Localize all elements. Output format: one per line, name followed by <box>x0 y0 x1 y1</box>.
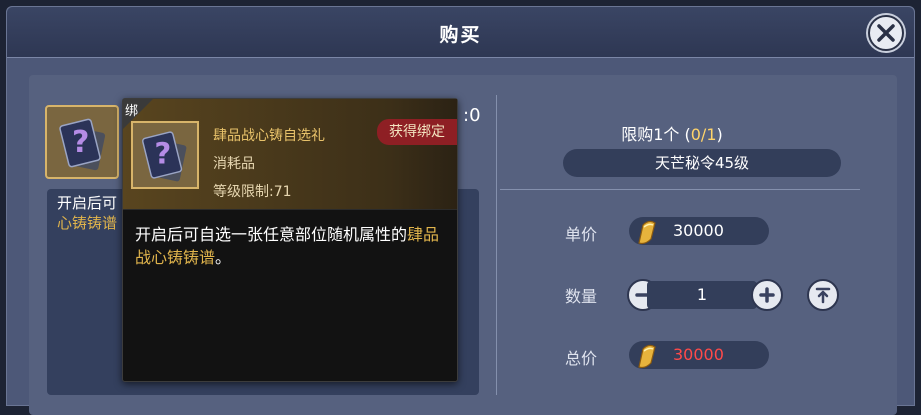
tooltip-level-limit: 等级限制:71 <box>213 184 292 200</box>
bound-on-acquire-badge: 获得绑定 <box>377 119 457 145</box>
item-count-partial: :0 <box>463 105 481 126</box>
tooltip-item-icon: ? <box>131 121 199 189</box>
panel-divider <box>496 95 497 395</box>
dialog-title: 购买 <box>439 24 482 46</box>
desc-text-2: 性的 <box>375 225 408 244</box>
gold-coin-icon <box>638 344 656 369</box>
mystery-card-icon: ? <box>142 131 187 182</box>
limit-count: 0/1 <box>690 125 717 144</box>
close-button[interactable] <box>868 15 904 51</box>
desc-line-2: 心铸铸谱 <box>57 214 118 232</box>
desc-line-1: 开启后可 <box>57 194 118 212</box>
unit-price-value: 30000 <box>673 221 724 240</box>
total-price-label: 总价 <box>565 349 598 368</box>
item-description-partial: 开启后可 心铸铸谱 <box>57 193 117 233</box>
increase-quantity-button[interactable] <box>751 279 783 311</box>
total-price-value: 30000 <box>673 345 724 364</box>
right-divider <box>500 189 860 190</box>
svg-text:?: ? <box>154 137 171 171</box>
mystery-card-icon: ? <box>59 118 106 171</box>
unit-price-box: 30000 <box>629 217 769 245</box>
item-tooltip: ? 绑 肆品战心铸自选礼 消耗品 等级限制:71 获得绑定 开启后可自选一张任意… <box>122 98 458 382</box>
svg-text:?: ? <box>72 125 89 160</box>
purchase-limit: 限购1个 (0/1) <box>547 121 797 145</box>
tooltip-item-type: 消耗品 <box>213 156 255 172</box>
max-icon <box>815 287 831 304</box>
item-slot[interactable]: ? <box>45 105 119 179</box>
title-bar: 购买 <box>7 7 914 58</box>
bound-corner-label: 绑 <box>125 104 139 119</box>
tooltip-description: 开启后可自选一张任意部位随机属性的肆品战心铸铸谱。 <box>135 223 447 269</box>
max-quantity-button[interactable] <box>807 279 839 311</box>
limit-prefix: 限购1个 ( <box>621 125 691 144</box>
quantity-input[interactable]: 1 <box>647 281 757 309</box>
desc-text-1: 开启后可自选一张任意部位随机属 <box>135 225 376 244</box>
unit-price-label: 单价 <box>565 225 598 244</box>
plus-icon <box>759 287 775 303</box>
gold-coin-icon <box>638 220 656 245</box>
close-icon <box>877 24 895 42</box>
total-price-box: 30000 <box>629 341 769 369</box>
limit-suffix: ) <box>716 125 723 144</box>
desc-text-3: 。 <box>215 248 232 267</box>
tooltip-item-name: 肆品战心铸自选礼 <box>213 128 325 144</box>
level-requirement: 天芒秘令45级 <box>563 149 841 177</box>
quantity-label: 数量 <box>565 287 598 306</box>
tooltip-header: ? 绑 肆品战心铸自选礼 消耗品 等级限制:71 获得绑定 <box>123 99 457 210</box>
